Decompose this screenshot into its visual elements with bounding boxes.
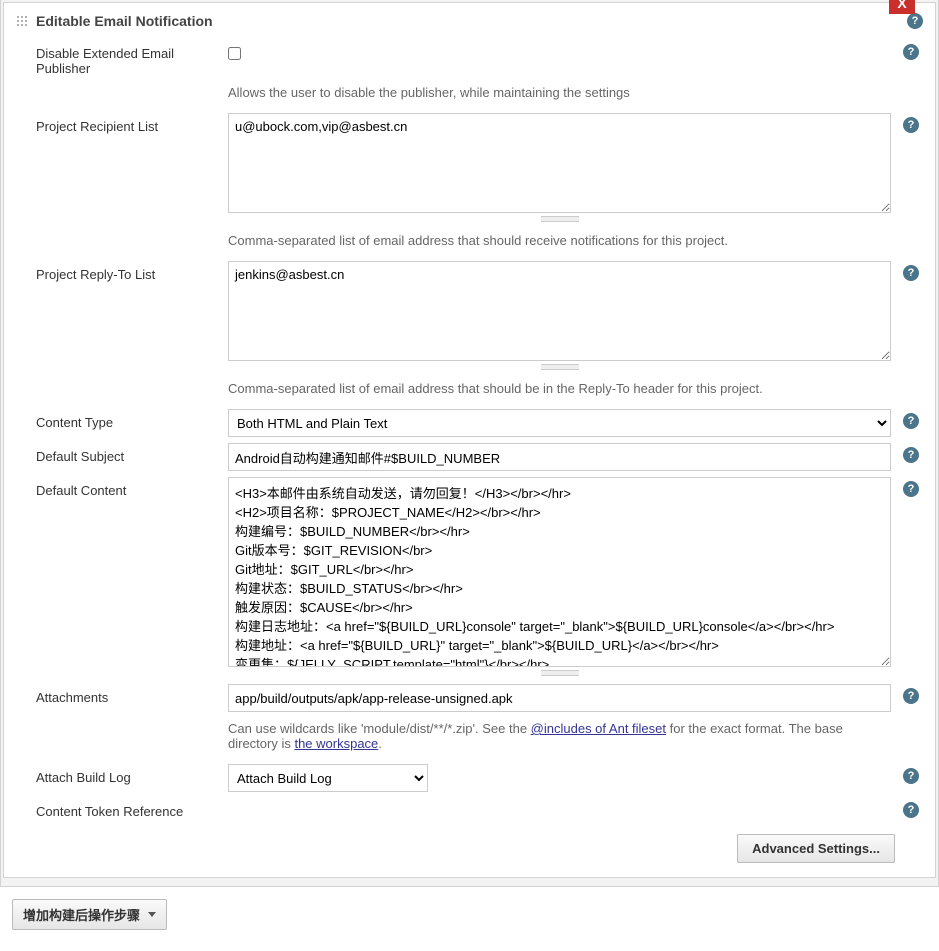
help-icon[interactable]: ? bbox=[903, 481, 919, 497]
help-icon[interactable]: ? bbox=[903, 117, 919, 133]
disable-publisher-label: Disable Extended Email Publisher bbox=[16, 40, 216, 76]
help-icon[interactable]: ? bbox=[903, 413, 919, 429]
resize-handle-icon[interactable] bbox=[541, 216, 579, 222]
resize-handle-icon[interactable] bbox=[541, 670, 579, 676]
recipient-list-label: Project Recipient List bbox=[16, 113, 216, 134]
replyto-list-desc: Comma-separated list of email address th… bbox=[228, 379, 891, 396]
recipient-list-desc: Comma-separated list of email address th… bbox=[228, 231, 891, 248]
content-type-label: Content Type bbox=[16, 409, 216, 430]
attachments-input[interactable] bbox=[228, 684, 891, 712]
attach-log-label: Attach Build Log bbox=[16, 764, 216, 785]
help-icon[interactable]: ? bbox=[903, 768, 919, 784]
ant-fileset-link[interactable]: @includes of Ant fileset bbox=[531, 721, 666, 736]
recipient-list-input[interactable] bbox=[228, 113, 891, 213]
help-icon[interactable]: ? bbox=[903, 265, 919, 281]
default-content-label: Default Content bbox=[16, 477, 216, 498]
help-icon[interactable]: ? bbox=[903, 447, 919, 463]
attachments-label: Attachments bbox=[16, 684, 216, 705]
replyto-list-input[interactable] bbox=[228, 261, 891, 361]
section-title: Editable Email Notification bbox=[36, 13, 213, 29]
help-icon[interactable]: ? bbox=[903, 802, 919, 818]
attach-log-select[interactable]: Attach Build Log bbox=[228, 764, 428, 792]
drag-handle-icon[interactable] bbox=[16, 15, 28, 27]
attachments-desc: Can use wildcards like 'module/dist/**/*… bbox=[228, 719, 891, 751]
workspace-link[interactable]: the workspace bbox=[294, 736, 378, 751]
default-content-input[interactable] bbox=[228, 477, 891, 667]
help-icon[interactable]: ? bbox=[903, 688, 919, 704]
chevron-down-icon bbox=[148, 912, 156, 917]
disable-publisher-desc: Allows the user to disable the publisher… bbox=[228, 83, 891, 100]
email-notification-section: X Editable Email Notification ? Disable … bbox=[3, 2, 936, 878]
disable-publisher-checkbox[interactable] bbox=[228, 47, 241, 60]
content-type-select[interactable]: Both HTML and Plain Text bbox=[228, 409, 891, 437]
default-subject-input[interactable] bbox=[228, 443, 891, 471]
replyto-list-label: Project Reply-To List bbox=[16, 261, 216, 282]
help-icon[interactable]: ? bbox=[907, 13, 923, 29]
resize-handle-icon[interactable] bbox=[541, 364, 579, 370]
advanced-settings-button[interactable]: Advanced Settings... bbox=[737, 834, 895, 863]
default-subject-label: Default Subject bbox=[16, 443, 216, 464]
token-ref-label: Content Token Reference bbox=[16, 798, 216, 819]
help-icon[interactable]: ? bbox=[903, 44, 919, 60]
close-button[interactable]: X bbox=[889, 0, 915, 14]
add-postbuild-step-button[interactable]: 增加构建后操作步骤 bbox=[12, 899, 167, 930]
